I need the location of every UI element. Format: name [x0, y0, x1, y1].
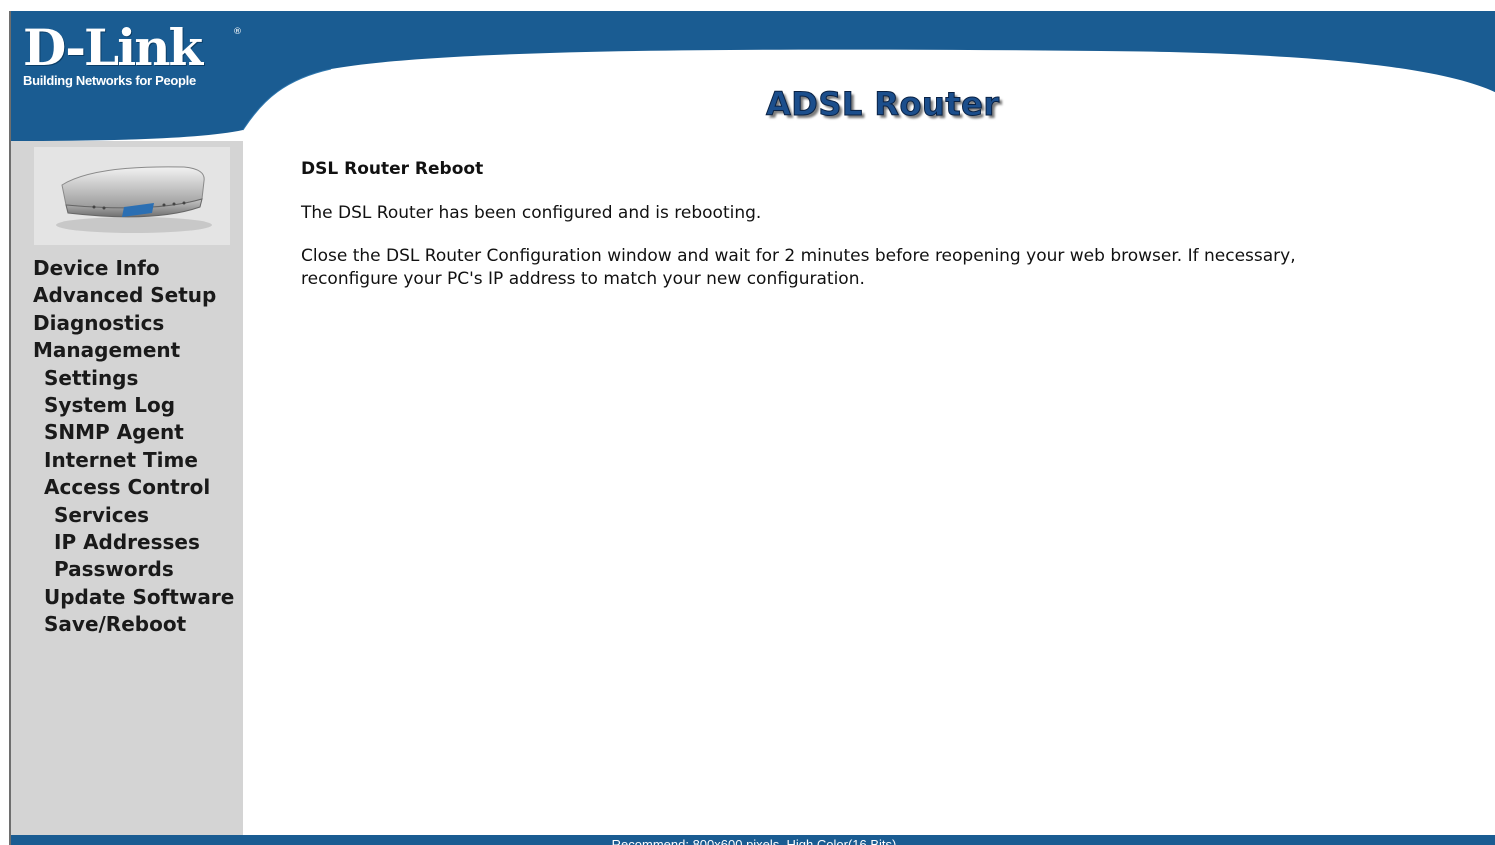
content-heading: DSL Router Reboot: [301, 159, 484, 179]
footer-text: Recommend: 800x600 pixels, High Color(16…: [611, 837, 897, 845]
header-banner: D-Link ® Building Networks for People AD…: [11, 11, 1495, 141]
top-margin: [0, 0, 1495, 11]
nav-management[interactable]: Management: [11, 337, 243, 364]
nav-advanced-setup[interactable]: Advanced Setup: [11, 282, 243, 309]
nav-snmp-agent[interactable]: SNMP Agent: [11, 419, 243, 446]
nav-save-reboot[interactable]: Save/Reboot: [11, 611, 243, 638]
dlink-logo: D-Link ® Building Networks for People: [23, 18, 242, 89]
sidebar-nav: Device Info Advanced Setup Diagnostics M…: [11, 255, 243, 638]
registered-mark: ®: [233, 27, 242, 37]
router-device-image: [34, 147, 230, 245]
footer-bar: Recommend: 800x600 pixels, High Color(16…: [11, 835, 1495, 845]
reboot-instructions-text: Close the DSL Router Configuration windo…: [301, 246, 1296, 289]
nav-internet-time[interactable]: Internet Time: [11, 447, 243, 474]
nav-passwords[interactable]: Passwords: [11, 556, 243, 583]
sidebar: Device Info Advanced Setup Diagnostics M…: [11, 141, 243, 845]
nav-access-control[interactable]: Access Control: [11, 474, 243, 501]
nav-services[interactable]: Services: [11, 502, 243, 529]
main-content: DSL Router Reboot The DSL Router has bee…: [301, 156, 1381, 291]
reboot-status-text: The DSL Router has been configured and i…: [301, 203, 762, 223]
nav-settings[interactable]: Settings: [11, 365, 243, 392]
nav-update-software[interactable]: Update Software: [11, 584, 243, 611]
nav-device-info[interactable]: Device Info: [11, 255, 243, 282]
router-device-icon: [56, 166, 212, 233]
nav-ip-addresses[interactable]: IP Addresses: [11, 529, 243, 556]
logo-tagline: Building Networks for People: [23, 73, 196, 88]
router-web-ui: D-Link ® Building Networks for People AD…: [9, 11, 1495, 845]
nav-system-log[interactable]: System Log: [11, 392, 243, 419]
page-title: ADSL Router: [766, 85, 1000, 124]
logo-wordmark: D-Link: [23, 18, 203, 77]
nav-diagnostics[interactable]: Diagnostics: [11, 310, 243, 337]
